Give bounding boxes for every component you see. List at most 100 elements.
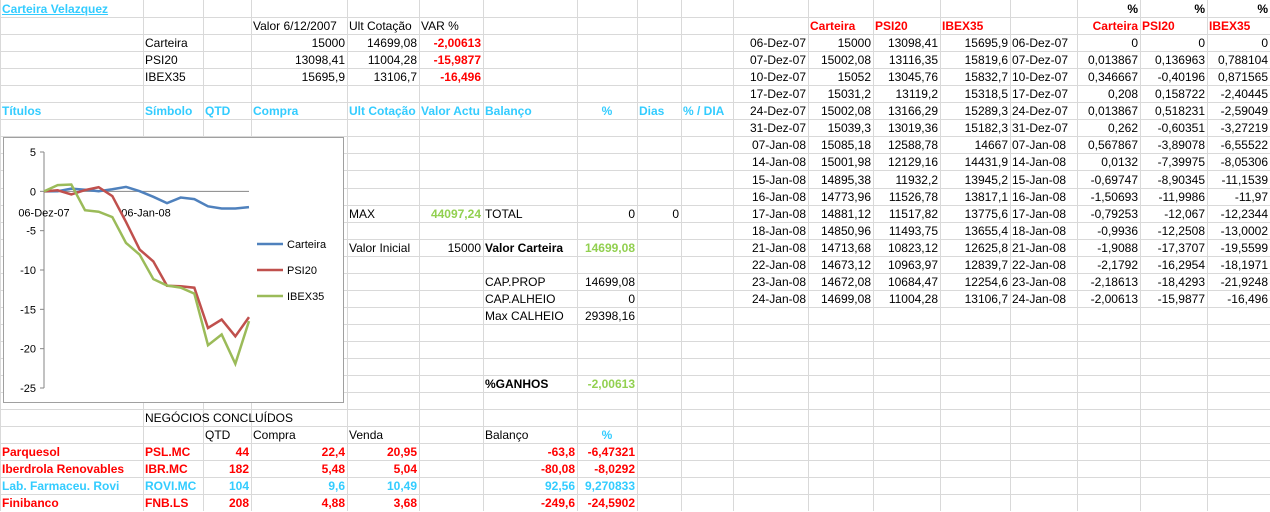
history-date: 14-Jan-08 xyxy=(751,155,806,169)
history-psi20: 12129,16 xyxy=(887,155,938,169)
history-pct-psi20: -11,9986 xyxy=(1158,190,1205,204)
performance-chart[interactable]: 5 0 -5 -10 -15 -20 -25 06-Dez-07 06-Jan-08 Cartei… xyxy=(3,137,344,403)
history-pct-carteira: -0,9936 xyxy=(1097,224,1138,238)
cap-prop-value: 14699,08 xyxy=(584,275,635,289)
negocio-balanco: 92,56 xyxy=(544,479,575,493)
negocio-pct: -6,47321 xyxy=(587,445,635,459)
balanco-header: Balanço xyxy=(485,104,532,118)
negocio-venda: 3,68 xyxy=(393,496,417,510)
valor-carteira-label: Valor Carteira xyxy=(485,241,564,255)
summary-row-var: -15,9877 xyxy=(433,53,481,67)
history-pct-psi20: -16,2954 xyxy=(1157,258,1205,272)
summary-header-valor: Valor 6/12/2007 xyxy=(253,19,337,33)
history-ibex35: 13655,4 xyxy=(964,224,1008,238)
total-value: 0 xyxy=(628,207,635,221)
history-date: 21-Jan-08 xyxy=(751,241,806,255)
history-pct-psi20: 0,518231 xyxy=(1154,104,1205,118)
negocio-name: Iberdrola Renovables xyxy=(2,462,125,476)
pct-header: % xyxy=(601,104,613,118)
history-psi20: 13119,2 xyxy=(895,87,939,101)
history-carteira: 15031,2 xyxy=(827,87,871,101)
history-ibex35: 12625,8 xyxy=(964,241,1008,255)
max-label: MAX xyxy=(349,207,376,221)
history-date: 17-Dez-07 xyxy=(749,87,806,101)
history-pct-carteira: -0,69747 xyxy=(1090,173,1138,187)
history-psi20: 10963,97 xyxy=(887,258,938,272)
max-calheio-value: 29398,16 xyxy=(584,309,635,323)
valor-carteira-value: 14699,08 xyxy=(584,241,635,255)
pct-header-2: % xyxy=(1194,2,1205,16)
history-pct-psi20: 0,158722 xyxy=(1154,87,1205,101)
ult-header: Ult Cotação xyxy=(349,104,416,118)
x-tick-label: 06-Dez-07 xyxy=(18,207,69,219)
valor-header: Valor Actu xyxy=(421,104,480,118)
valor-inicial-label: Valor Inicial xyxy=(349,241,411,255)
negocio-balanco: -80,08 xyxy=(540,462,575,476)
y-tick-label: 5 xyxy=(30,147,36,159)
negocio-name: Finibanco xyxy=(2,496,59,510)
history-date-2: 15-Jan-08 xyxy=(1012,173,1067,187)
history-ibex35: 13106,7 xyxy=(964,292,1008,306)
history-pct-psi20: 0,136963 xyxy=(1154,53,1205,67)
history-pct-psi20: -8,90345 xyxy=(1157,173,1205,187)
history-pct-carteira: -0,79253 xyxy=(1090,207,1138,221)
history-date-2: 22-Jan-08 xyxy=(1012,258,1067,272)
history-pct-carteira: 0,208 xyxy=(1107,87,1138,101)
history-psi20: 13045,76 xyxy=(887,70,938,84)
history-pct-carteira: 0,0132 xyxy=(1101,155,1138,169)
history-date: 17-Jan-08 xyxy=(751,207,806,221)
negocio-qtd: 44 xyxy=(235,445,249,459)
history-header-ibex35: IBEX35 xyxy=(942,19,984,33)
legend-label: PSI20 xyxy=(287,265,317,277)
negocio-symbol: IBR.MC xyxy=(145,462,188,476)
negocio-compra: 5,48 xyxy=(321,462,345,476)
history-date-2: 10-Dez-07 xyxy=(1012,70,1069,84)
pctdia-header: % / DIA xyxy=(683,104,725,118)
sheet-title-link[interactable]: Carteira Velazquez xyxy=(0,1,160,18)
history-pct-psi20: -3,89078 xyxy=(1157,138,1205,152)
history-date-2: 23-Jan-08 xyxy=(1012,275,1067,289)
cap-prop-label: CAP.PROP xyxy=(485,275,546,289)
history-carteira: 15001,98 xyxy=(820,155,871,169)
history-carteira: 15052 xyxy=(837,70,871,84)
pct-header-1: % xyxy=(1127,2,1138,16)
negocio-name: Parquesol xyxy=(2,445,61,459)
history-carteira: 15085,18 xyxy=(820,138,871,152)
history-pct-carteira: -2,18613 xyxy=(1090,275,1138,289)
negocios-header-venda: Venda xyxy=(349,428,384,442)
history-pct-ibex35: -3,27219 xyxy=(1220,121,1268,135)
history-date: 15-Jan-08 xyxy=(751,173,806,187)
history-pct-ibex35: -2,59049 xyxy=(1220,104,1268,118)
history-ibex35: 12839,7 xyxy=(964,258,1008,272)
history-pct-psi20: -7,39975 xyxy=(1157,155,1205,169)
history-carteira: 14699,08 xyxy=(820,292,871,306)
negocio-symbol: FNB.LS xyxy=(145,496,189,510)
simbolo-header: Símbolo xyxy=(145,104,193,118)
history-pct-ibex35: -11,1539 xyxy=(1221,173,1268,187)
negocio-name: Lab. Farmaceu. Rovi xyxy=(2,479,120,493)
history-date: 07-Dez-07 xyxy=(749,53,806,67)
summary-row-ult: 13106,7 xyxy=(373,70,417,84)
pct-name-carteira: Carteira xyxy=(1092,19,1138,33)
history-carteira: 14672,08 xyxy=(820,275,871,289)
qtd-header: QTD xyxy=(205,104,231,118)
history-pct-ibex35: -8,05306 xyxy=(1220,155,1268,169)
summary-row-ult: 11004,28 xyxy=(367,53,417,67)
legend-label: Carteira xyxy=(287,239,327,251)
history-carteira: 14881,12 xyxy=(820,207,871,221)
history-psi20: 11004,28 xyxy=(888,292,938,306)
history-date-2: 24-Dez-07 xyxy=(1012,104,1069,118)
summary-header-var: VAR % xyxy=(421,19,459,33)
history-date: 06-Dez-07 xyxy=(749,36,806,50)
history-date: 22-Jan-08 xyxy=(751,258,806,272)
negocio-compra: 22,4 xyxy=(321,445,345,459)
pct-name-psi20: PSI20 xyxy=(1142,19,1175,33)
history-psi20: 13098,41 xyxy=(887,36,938,50)
history-psi20: 13116,35 xyxy=(888,53,938,67)
history-pct-psi20: -12,067 xyxy=(1164,207,1205,221)
history-carteira: 14850,96 xyxy=(820,224,871,238)
history-ibex35: 15819,6 xyxy=(964,53,1008,67)
history-pct-ibex35: 0,788104 xyxy=(1217,53,1268,67)
history-date-2: 17-Jan-08 xyxy=(1012,207,1067,221)
history-carteira: 14895,38 xyxy=(820,173,871,187)
